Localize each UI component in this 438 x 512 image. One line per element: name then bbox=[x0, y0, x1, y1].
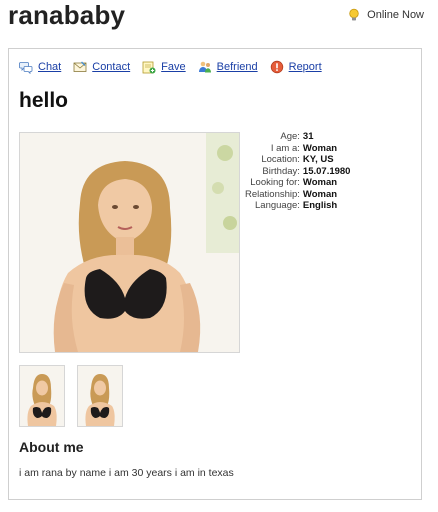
main-profile-photo[interactable] bbox=[19, 132, 240, 353]
report-label: Report bbox=[288, 61, 322, 73]
thumbnail-photo[interactable] bbox=[77, 365, 123, 427]
contact-label: Contact bbox=[92, 61, 131, 73]
detail-row-language: Language: English bbox=[255, 200, 338, 211]
thumbnail-photo[interactable] bbox=[19, 365, 65, 427]
online-status: Online Now bbox=[347, 8, 424, 22]
fave-label: Fave bbox=[161, 61, 186, 73]
chat-icon bbox=[19, 62, 33, 74]
contact-icon bbox=[73, 61, 87, 72]
online-status-label: Online Now bbox=[367, 9, 424, 21]
befriend-link[interactable]: Befriend bbox=[198, 60, 258, 74]
thumbnail-image bbox=[20, 366, 64, 426]
report-icon bbox=[270, 60, 283, 74]
chat-link[interactable]: Chat bbox=[19, 60, 61, 74]
about-me-text: i am rana by name i am 30 years i am in … bbox=[19, 467, 234, 479]
report-link[interactable]: Report bbox=[270, 60, 322, 74]
portrait-image bbox=[20, 133, 239, 352]
profile-actions: Chat Contact Fave Befriend Report bbox=[19, 60, 322, 74]
profile-card: Chat Contact Fave Befriend Report hello … bbox=[8, 48, 422, 500]
profile-details: Age: 31 I am a: Woman Location: KY, US Birt… bbox=[245, 131, 350, 212]
about-me-heading: About me bbox=[19, 439, 84, 455]
detail-row-looking-for: Looking for: Woman bbox=[250, 177, 338, 188]
photo-thumbnails bbox=[19, 365, 123, 427]
profile-username: ranababy bbox=[8, 0, 126, 30]
profile-headline: hello bbox=[19, 89, 69, 112]
detail-row-gender: I am a: Woman bbox=[270, 142, 338, 154]
befriend-label: Befriend bbox=[216, 61, 258, 73]
detail-row-age: Age: 31 bbox=[280, 131, 314, 142]
chat-label: Chat bbox=[38, 61, 62, 73]
fave-icon bbox=[142, 61, 156, 74]
detail-row-location: Location: KY, US bbox=[261, 154, 334, 165]
detail-row-birthday: Birthday: 15.07.1980 bbox=[262, 165, 351, 177]
contact-link[interactable]: Contact bbox=[73, 60, 130, 74]
thumbnail-image bbox=[78, 366, 122, 426]
lightbulb-icon bbox=[349, 8, 359, 21]
befriend-icon bbox=[198, 61, 211, 73]
fave-link[interactable]: Fave bbox=[142, 60, 186, 74]
profile-header: ranababy Online Now bbox=[0, 0, 438, 44]
detail-row-relationship: Relationship: Woman bbox=[245, 188, 338, 200]
